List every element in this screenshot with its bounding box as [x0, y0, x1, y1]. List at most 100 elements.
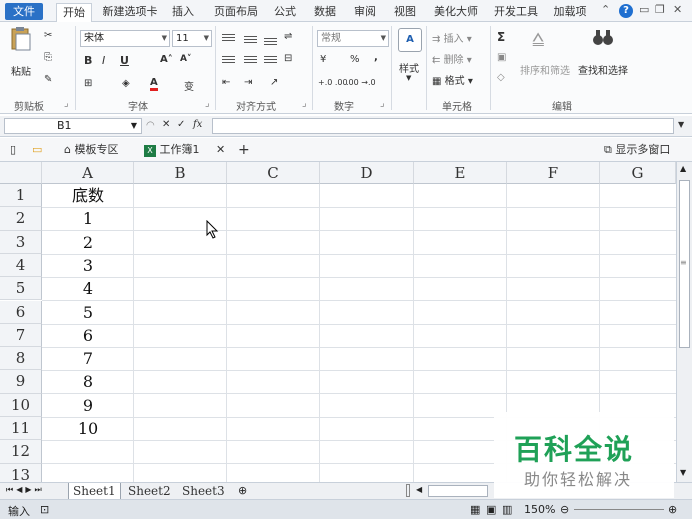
- expand-formula-icon[interactable]: ▼: [678, 120, 684, 129]
- tab-beautify[interactable]: 美化大师: [430, 2, 482, 22]
- formula-input[interactable]: [212, 118, 674, 134]
- format-cells-button[interactable]: ▦ 格式 ▾: [432, 72, 473, 87]
- font-color-button[interactable]: A: [150, 77, 158, 91]
- insert-sheet-icon[interactable]: ⊕: [238, 484, 247, 497]
- name-box[interactable]: B1 ▼: [4, 118, 142, 134]
- clear-icon[interactable]: ◇: [497, 72, 505, 83]
- close-icon[interactable]: ✕: [673, 3, 682, 16]
- zoom-in-icon[interactable]: ⊕: [668, 503, 677, 516]
- currency-icon[interactable]: ¥: [320, 54, 326, 65]
- zoom-out-icon[interactable]: ⊖: [560, 503, 569, 516]
- insert-function-button[interactable]: fx: [193, 119, 202, 130]
- cell-a3[interactable]: 2: [42, 231, 134, 254]
- clipboard-launcher-icon[interactable]: ⌟: [64, 98, 69, 109]
- shrink-font-button[interactable]: A˅: [180, 54, 191, 64]
- tab-file[interactable]: 文件: [5, 3, 43, 20]
- normal-view-icon[interactable]: ▦: [470, 503, 480, 516]
- help-icon[interactable]: ?: [619, 4, 633, 18]
- row-header[interactable]: 7: [0, 323, 42, 348]
- ribbon-collapse-icon[interactable]: ⌃: [601, 3, 610, 16]
- percent-button[interactable]: %: [350, 54, 360, 65]
- sort-filter-icon[interactable]: ⩠: [532, 26, 544, 50]
- chevron-down-icon[interactable]: ▼: [131, 119, 137, 133]
- select-all-corner[interactable]: [0, 162, 42, 184]
- merge-center-icon[interactable]: ⊟: [284, 53, 292, 64]
- sheet-tab-3[interactable]: Sheet3: [178, 483, 229, 499]
- border-icon[interactable]: ⊞: [84, 78, 92, 89]
- column-header[interactable]: A: [42, 162, 134, 184]
- scroll-up-icon[interactable]: ▲: [680, 164, 686, 173]
- number-launcher-icon[interactable]: ⌟: [380, 98, 385, 109]
- insert-cells-button[interactable]: ⇉ 插入 ▾: [432, 30, 472, 45]
- new-document-icon[interactable]: ▯: [10, 142, 16, 158]
- tab-formulas[interactable]: 公式: [270, 2, 300, 22]
- row-header[interactable]: 2: [0, 207, 42, 231]
- sheet-nav-icon[interactable]: ⏮◀▶⏭: [6, 485, 45, 495]
- row-header[interactable]: 4: [0, 253, 42, 278]
- selected-cell-b1[interactable]: [134, 184, 227, 207]
- number-format-select[interactable]: 常规 ▼: [317, 30, 389, 47]
- zoom-slider[interactable]: [574, 509, 664, 510]
- page-break-view-icon[interactable]: ▥: [502, 503, 512, 516]
- copy-icon[interactable]: ⎘: [44, 52, 52, 63]
- font-name-select[interactable]: 宋体 ▼: [80, 30, 170, 47]
- align-left-icon[interactable]: [222, 56, 235, 66]
- underline-button[interactable]: U: [120, 54, 129, 67]
- split-handle[interactable]: [406, 484, 410, 497]
- align-bottom-icon[interactable]: [264, 38, 277, 48]
- increase-indent-icon[interactable]: ⇥: [244, 77, 252, 88]
- tab-templates[interactable]: ⌂ 模板专区: [64, 142, 118, 158]
- cell-a11[interactable]: 10: [42, 417, 134, 440]
- cell-a7[interactable]: 6: [42, 324, 134, 347]
- delete-cells-button[interactable]: ⇇ 删除 ▾: [432, 51, 472, 66]
- orientation-icon[interactable]: ↗: [270, 77, 278, 88]
- page-layout-view-icon[interactable]: ▣: [486, 503, 496, 516]
- row-header[interactable]: 1: [0, 184, 42, 208]
- phonetic-button[interactable]: 变: [184, 78, 194, 93]
- cell-a10[interactable]: 9: [42, 394, 134, 417]
- column-header[interactable]: B: [134, 162, 227, 184]
- cell-a6[interactable]: 5: [42, 301, 134, 324]
- comma-button[interactable]: ,: [374, 52, 378, 63]
- styles-icon[interactable]: A: [398, 28, 422, 52]
- minimize-icon[interactable]: ▭: [639, 3, 649, 16]
- tab-insert[interactable]: 插入: [168, 2, 198, 22]
- scroll-left-icon[interactable]: ◀: [416, 485, 422, 494]
- italic-button[interactable]: I: [102, 54, 105, 67]
- styles-label[interactable]: 样式: [399, 60, 419, 75]
- tab-addins[interactable]: 加载项: [550, 2, 590, 22]
- tab-page-layout[interactable]: 页面布局: [210, 2, 262, 22]
- cell-a2[interactable]: 1: [42, 207, 134, 230]
- tab-view[interactable]: 视图: [390, 2, 420, 22]
- restore-icon[interactable]: ❐: [655, 3, 665, 16]
- tab-review[interactable]: 审阅: [350, 2, 380, 22]
- row-header[interactable]: 9: [0, 370, 42, 394]
- chevron-down-icon[interactable]: ▼: [406, 74, 411, 82]
- tab-developer[interactable]: 开发工具: [490, 2, 542, 22]
- close-tab-icon[interactable]: ✕: [216, 142, 225, 158]
- open-folder-icon[interactable]: ▭: [32, 142, 42, 158]
- align-center-icon[interactable]: [244, 56, 257, 66]
- bold-button[interactable]: B: [84, 54, 92, 67]
- row-header[interactable]: 3: [0, 230, 42, 254]
- find-select-icon[interactable]: [592, 28, 614, 53]
- align-middle-icon[interactable]: [244, 36, 257, 46]
- row-header[interactable]: 8: [0, 347, 42, 371]
- row-header[interactable]: 6: [0, 300, 42, 324]
- sort-filter-label[interactable]: 排序和筛选: [520, 62, 570, 77]
- cell-a1[interactable]: 底数: [42, 184, 134, 207]
- wrap-text-icon[interactable]: ⇌: [284, 31, 292, 42]
- autosum-button[interactable]: Σ: [497, 30, 505, 44]
- decrease-decimal-button[interactable]: .00 →.0: [346, 78, 376, 87]
- fill-icon[interactable]: ▣: [497, 52, 506, 63]
- row-header[interactable]: 13: [0, 463, 42, 482]
- find-select-label[interactable]: 查找和选择: [578, 62, 628, 77]
- cell-a5[interactable]: 4: [42, 277, 134, 300]
- align-right-icon[interactable]: [264, 56, 277, 66]
- format-painter-icon[interactable]: ✎: [44, 74, 52, 85]
- alignment-launcher-icon[interactable]: ⌟: [302, 98, 307, 109]
- tab-data[interactable]: 数据: [310, 2, 340, 22]
- column-header[interactable]: C: [227, 162, 320, 184]
- font-launcher-icon[interactable]: ⌟: [205, 98, 210, 109]
- cell-a4[interactable]: 3: [42, 254, 134, 277]
